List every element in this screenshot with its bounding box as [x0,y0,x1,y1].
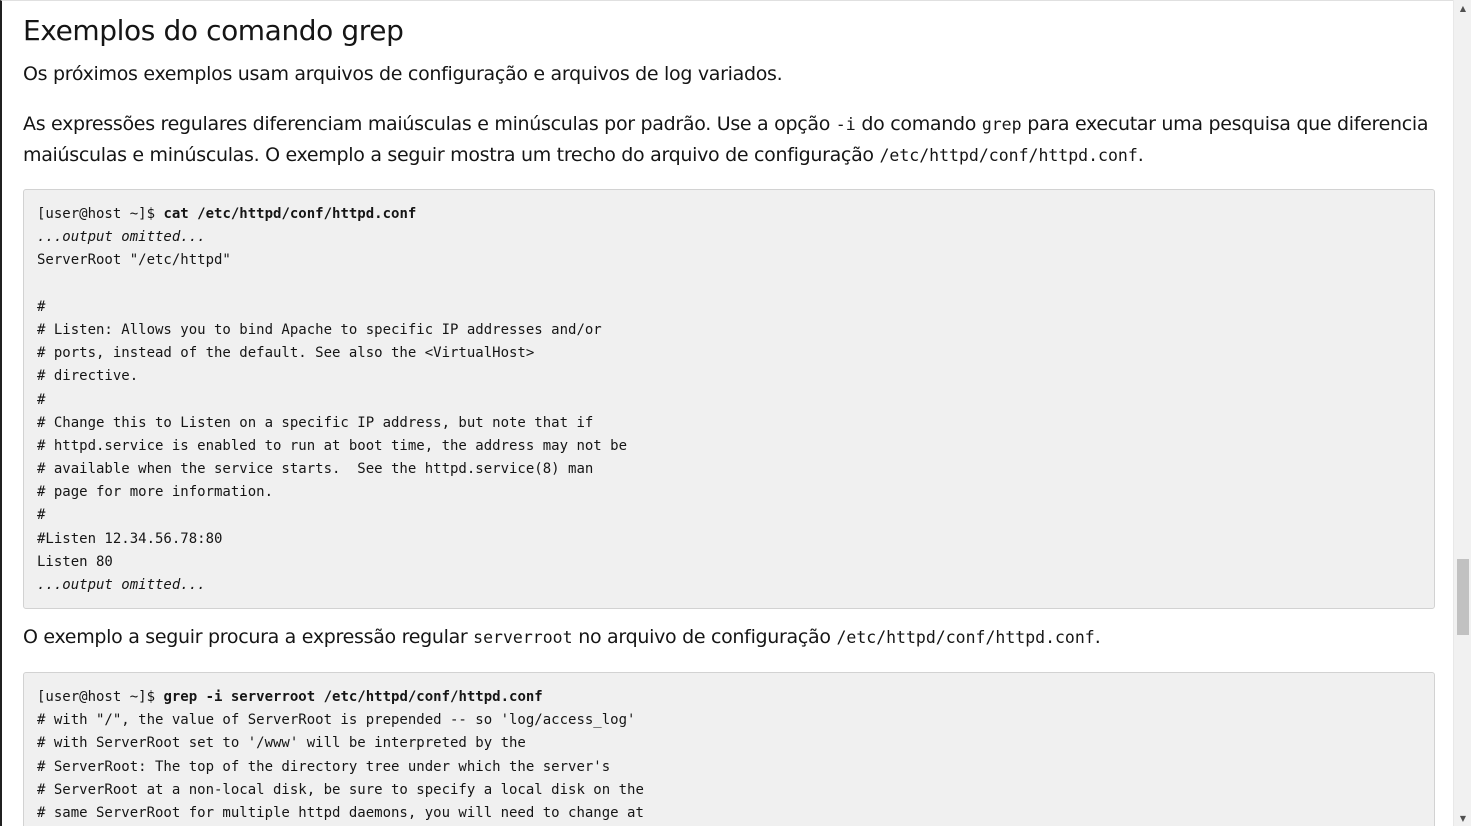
article-page: Exemplos do comando grep Os próximos exe… [0,0,1453,826]
code-line: # directive. [37,368,139,385]
para3-text-2: no arquivo de configuração [572,626,837,648]
code-line: # with "/", the value of ServerRoot is p… [37,712,636,729]
case-sensitivity-paragraph: As expressões regulares diferenciam maiú… [23,109,1429,171]
para3-text-3: . [1094,626,1101,648]
code-line: # Listen: Allows you to bind Apache to s… [37,321,602,338]
code-line-command: [user@host ~]$ cat /etc/httpd/conf/httpd… [37,203,1421,226]
code-line: # page for more information. [37,484,274,501]
para2-text-1: As expressões regulares diferenciam maiú… [23,113,836,135]
intro-paragraph: Os próximos exemplos usam arquivos de co… [23,63,783,85]
serverroot-search-paragraph: O exemplo a seguir procura a expressão r… [23,622,1101,653]
cat-httpd-conf-code-block: [user@host ~]$ cat /etc/httpd/conf/httpd… [23,189,1435,609]
code-line: Listen 80 [37,553,113,570]
code-line: # ports, instead of the default. See als… [37,345,535,362]
scroll-up-arrow-icon[interactable]: ▲ [1454,0,1471,16]
code-line: # httpd.service is enabled to run at boo… [37,437,628,454]
code-line: # Change this to Listen on a specific IP… [37,414,594,431]
option-i-code: -i [835,115,856,134]
shell-prompt: [user@host ~]$ [37,206,164,222]
para2-text-2: do comando [855,113,982,135]
shell-command: cat /etc/httpd/conf/httpd.conf [163,206,417,222]
serverroot-code: serverroot [473,628,573,647]
grep-code: grep [981,115,1022,134]
code-line: # [37,298,46,315]
para3-text-1: O exemplo a seguir procura a expressão r… [23,626,474,648]
code-line: # available when the service starts. See… [37,461,594,478]
grep-serverroot-code-block: [user@host ~]$ grep -i serverroot /etc/h… [23,672,1435,826]
httpd-conf-path-code: /etc/httpd/conf/httpd.conf [836,628,1095,647]
code-line: # with ServerRoot set to '/www' will be … [37,735,526,752]
shell-command: grep -i serverroot /etc/httpd/conf/httpd… [163,689,543,705]
code-line: # ServerRoot at a non-local disk, be sur… [37,781,644,798]
scroll-down-arrow-icon[interactable]: ▼ [1454,810,1471,826]
shell-prompt: [user@host ~]$ [37,689,164,705]
httpd-conf-path-code: /etc/httpd/conf/httpd.conf [879,146,1138,165]
para2-text-4: maiúsculas e minúsculas. O exemplo a seg… [23,144,880,166]
code-line: #Listen 12.34.56.78:80 [37,530,223,547]
para2-text-5: . [1137,144,1144,166]
code-line: ...output omitted... [37,229,206,246]
code-line: # [37,391,46,408]
code-line: ...output omitted... [37,577,206,593]
code-line: # same ServerRoot for multiple httpd dae… [37,804,644,821]
code-line: # [37,507,46,524]
vertical-scrollbar[interactable]: ▲ ▼ [1453,0,1471,826]
para2-text-3: para executar uma pesquisa que diferenci… [1021,113,1429,135]
code-line-command: [user@host ~]$ grep -i serverroot /etc/h… [37,686,1421,709]
code-line: # ServerRoot: The top of the directory t… [37,758,611,775]
scrollbar-thumb[interactable] [1457,559,1469,635]
code-line: ServerRoot "/etc/httpd" [37,252,231,269]
page-title: Exemplos do comando grep [23,14,404,47]
